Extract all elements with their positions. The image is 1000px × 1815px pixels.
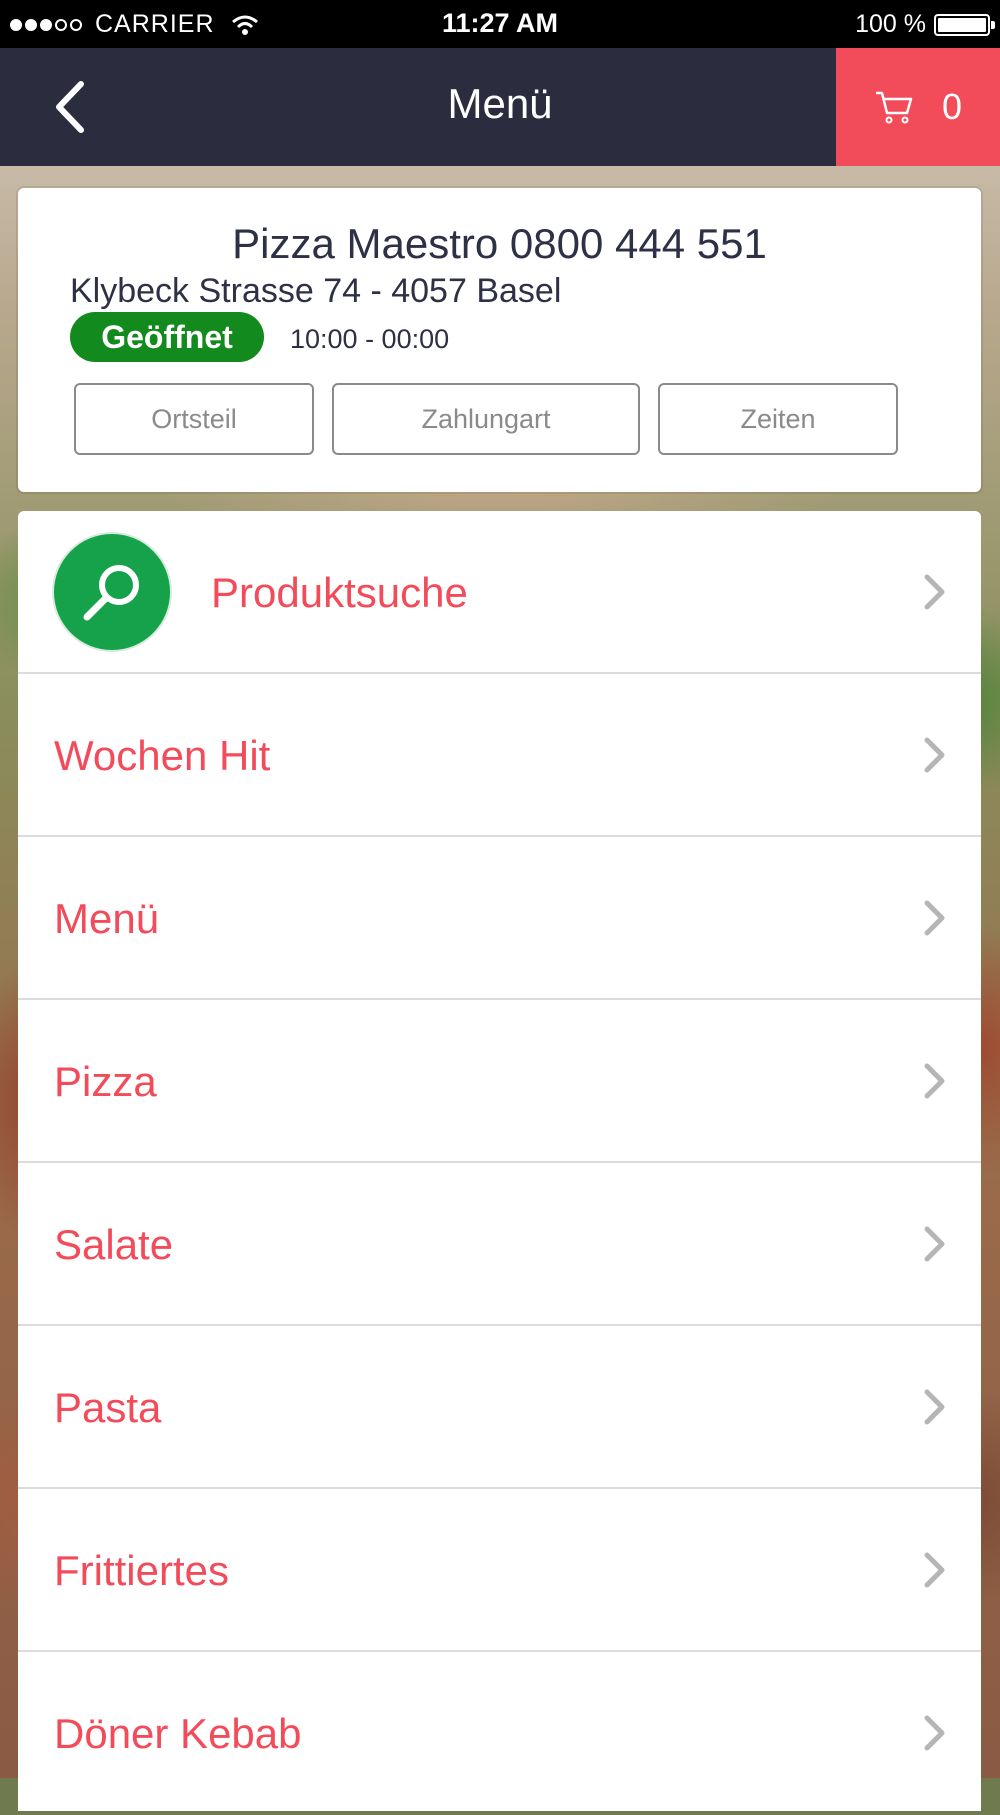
- category-label: Menü: [54, 895, 160, 942]
- chevron-right-icon: [924, 1715, 945, 1751]
- category-label: Frittiertes: [54, 1547, 230, 1594]
- product-search-label: Produktsuche: [211, 569, 468, 616]
- status-right: 100 %: [855, 10, 995, 39]
- chevron-right-icon: [924, 1389, 945, 1425]
- page-title: Menü: [447, 80, 553, 127]
- category-label: Döner Kebab: [54, 1710, 302, 1757]
- chevron-left-icon: [56, 81, 84, 133]
- cart-icon: [875, 91, 913, 124]
- back-button[interactable]: [40, 72, 100, 142]
- chevron-right-icon: [924, 1063, 945, 1099]
- category-item[interactable]: Wochen Hit: [18, 674, 981, 837]
- chevron-right-icon: [924, 737, 945, 773]
- chevron-right-icon: [924, 1552, 945, 1588]
- battery-icon: [934, 13, 995, 36]
- nav-bar: Menü 0: [0, 48, 1000, 166]
- category-label: Pizza: [54, 1058, 157, 1105]
- category-item[interactable]: Frittiertes: [18, 1489, 981, 1652]
- category-label: Salate: [54, 1221, 174, 1268]
- product-search-item[interactable]: Produktsuche: [18, 511, 981, 674]
- district-button[interactable]: Ortsteil: [74, 383, 314, 455]
- restaurant-name: Pizza Maestro 0800 444 551: [232, 220, 767, 267]
- search-icon: [83, 565, 139, 621]
- cart-button[interactable]: 0: [836, 48, 1000, 166]
- status-time: 11:27 AM: [441, 8, 559, 38]
- category-item[interactable]: Döner Kebab: [18, 1652, 981, 1815]
- status-bar: CARRIER 11:27 AM 100 %: [0, 0, 1000, 48]
- restaurant-info-card: Pizza Maestro 0800 444 551 Klybeck Stras…: [18, 188, 981, 492]
- opening-times-button[interactable]: Zeiten: [658, 383, 898, 455]
- opening-hours: 10:00 - 00:00: [290, 324, 450, 354]
- menu-category-list: Produktsuche Wochen Hit Menü Pizza Salat…: [18, 511, 981, 1811]
- category-label: Pasta: [54, 1384, 162, 1431]
- open-status-badge: Geöffnet: [70, 312, 264, 362]
- chevron-right-icon: [924, 900, 945, 936]
- category-item[interactable]: Pasta: [18, 1326, 981, 1489]
- chevron-right-icon: [924, 1226, 945, 1262]
- payment-method-button[interactable]: Zahlungart: [332, 383, 640, 455]
- category-item[interactable]: Salate: [18, 1163, 981, 1326]
- category-label: Wochen Hit: [54, 732, 271, 779]
- category-item[interactable]: Menü: [18, 837, 981, 1000]
- battery-percent: 100 %: [855, 10, 926, 38]
- category-item[interactable]: Pizza: [18, 1000, 981, 1163]
- restaurant-address: Klybeck Strasse 74 - 4057 Basel: [70, 272, 562, 310]
- search-icon-circle: [54, 534, 170, 650]
- cart-count: 0: [941, 86, 963, 127]
- chevron-right-icon: [924, 574, 945, 610]
